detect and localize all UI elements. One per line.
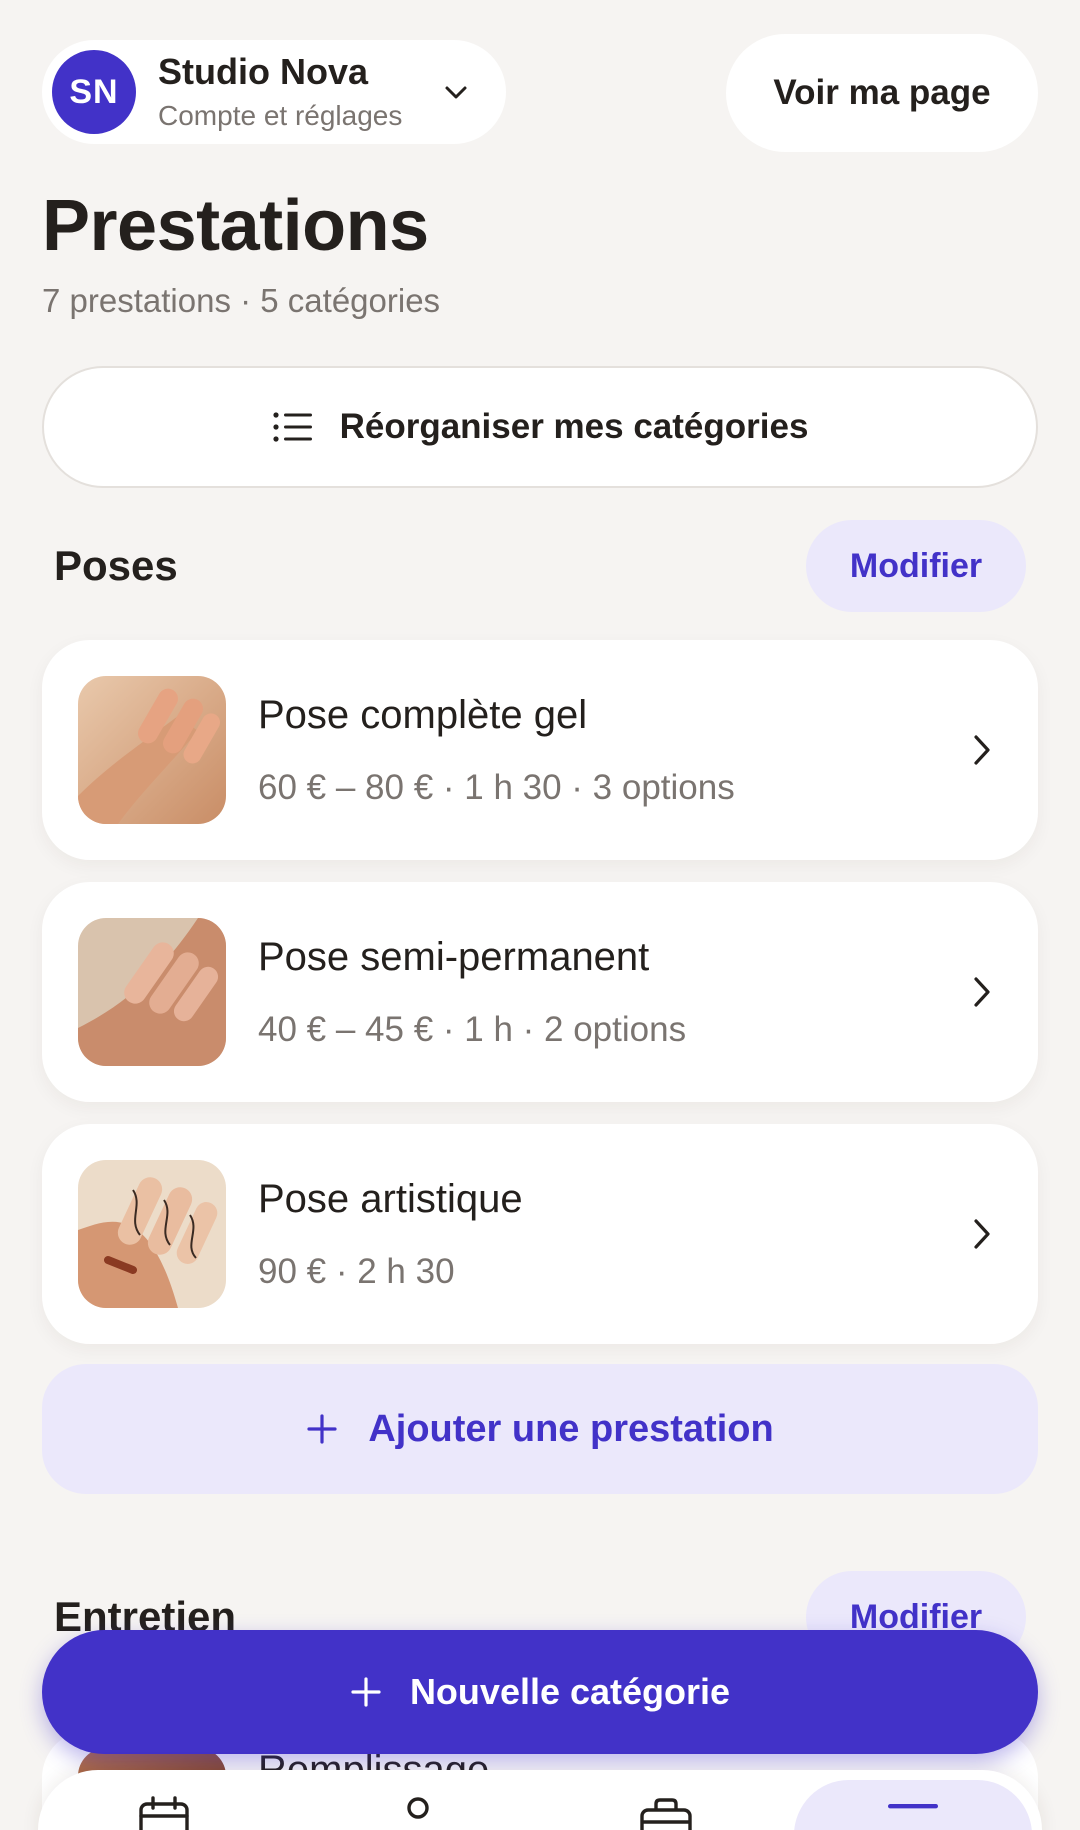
chevron-right-icon xyxy=(974,977,990,1007)
person-icon xyxy=(407,1797,429,1819)
chevron-right-icon xyxy=(974,735,990,765)
service-meta: 60 € – 80 € · 1 h 30 · 3 options xyxy=(258,767,735,807)
account-switcher[interactable]: SN Studio Nova Compte et réglages xyxy=(42,40,506,144)
list-icon xyxy=(272,412,312,442)
nav-menu[interactable] xyxy=(794,1780,1032,1830)
account-name: Studio Nova xyxy=(158,51,369,93)
modify-category-button[interactable]: Modifier xyxy=(806,520,1026,612)
avatar: SN xyxy=(52,50,136,134)
new-category-button[interactable]: Nouvelle catégorie xyxy=(42,1630,1038,1754)
service-card[interactable]: Pose artistique 90 € · 2 h 30 xyxy=(42,1124,1038,1344)
calendar-icon xyxy=(139,1796,189,1830)
service-name: Pose complète gel xyxy=(258,692,588,737)
service-meta: 90 € · 2 h 30 xyxy=(258,1251,455,1291)
service-card[interactable]: Pose semi-permanent 40 € – 45 € · 1 h · … xyxy=(42,882,1038,1102)
page-title: Prestations xyxy=(42,186,429,266)
menu-icon xyxy=(888,1804,938,1809)
section-title: Poses xyxy=(54,542,178,589)
nav-clients[interactable] xyxy=(398,1796,438,1830)
service-meta: 40 € – 45 € · 1 h · 2 options xyxy=(258,1009,687,1049)
page-subtitle: 7 prestations · 5 catégories xyxy=(42,282,441,319)
account-subtitle: Compte et réglages xyxy=(158,99,403,131)
bottom-nav xyxy=(38,1770,1042,1830)
add-service-button[interactable]: Ajouter une prestation xyxy=(42,1364,1038,1494)
service-name: Pose artistique xyxy=(258,1176,523,1221)
nav-calendar[interactable] xyxy=(138,1796,190,1830)
chevron-right-icon xyxy=(974,1219,990,1249)
nav-services[interactable] xyxy=(638,1796,694,1830)
reorganize-label: Réorganiser mes catégories xyxy=(339,407,809,446)
add-service-label: Ajouter une prestation xyxy=(368,1407,774,1450)
service-thumbnail xyxy=(78,676,226,824)
services-screen: SN Studio Nova Compte et réglages Voir m… xyxy=(0,0,1080,1830)
chevron-down-icon xyxy=(445,86,467,99)
service-name: Pose semi-permanent xyxy=(258,934,650,979)
plus-icon xyxy=(351,1677,381,1707)
service-thumbnail xyxy=(78,918,226,1066)
view-my-page-button[interactable]: Voir ma page xyxy=(726,34,1038,152)
service-thumbnail xyxy=(78,1160,226,1308)
briefcase-icon xyxy=(640,1798,692,1830)
service-card[interactable]: Pose complète gel 60 € – 80 € · 1 h 30 ·… xyxy=(42,640,1038,860)
reorganize-categories-button[interactable]: Réorganiser mes catégories xyxy=(42,366,1038,488)
section-header-poses: Poses Modifier xyxy=(54,519,1026,613)
plus-icon xyxy=(307,1414,337,1444)
new-category-label: Nouvelle catégorie xyxy=(409,1671,731,1712)
